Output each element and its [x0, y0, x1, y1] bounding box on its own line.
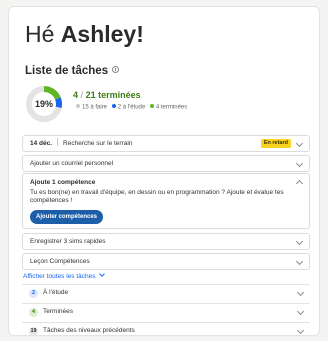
show-all-label: Afficher toutes les tâches: [23, 273, 96, 280]
task-list-title: Liste de tâches: [25, 65, 120, 77]
group-label: À l'étude: [43, 289, 69, 296]
chevron-down-icon[interactable]: [295, 139, 304, 148]
legend-done: 4 terminées: [155, 104, 188, 111]
task-separator: [57, 138, 59, 146]
task-title: Enregistrer 3 sims rapides: [30, 238, 106, 245]
greeting-name: Ashley!: [60, 21, 144, 47]
progress-summary: 4 / 21 terminées: [73, 90, 141, 100]
count-badge: 2: [29, 289, 38, 298]
task-row-quick-sims[interactable]: Enregistrer 3 sims rapides: [22, 233, 310, 250]
task-row-add-email[interactable]: Ajouter un courriel personnel: [22, 155, 310, 172]
chevron-down-icon[interactable]: [296, 326, 305, 335]
task-list-title-text: Liste de tâches: [25, 65, 109, 77]
dashboard-card: Hé Ashley! Liste de tâches 19% 4 / 21 te…: [8, 6, 320, 336]
task-date: 14 déc.: [30, 140, 53, 147]
greeting-hello: Hé: [25, 21, 55, 47]
task-row-skills-lesson[interactable]: Leçon Compétences: [22, 253, 310, 270]
chevron-down-icon[interactable]: [295, 257, 304, 266]
group-row-review[interactable]: 2 À l'étude: [22, 284, 310, 301]
count-badge: 19: [29, 327, 38, 335]
progress-completed: 4: [73, 90, 79, 100]
task-row-field-research[interactable]: 14 déc. Recherche sur le terrain En retar…: [22, 135, 310, 152]
expanded-task-description: Tu es bon(ne) en travail d'équipe, en de…: [30, 189, 284, 204]
task-title: Recherche sur le terrain: [63, 140, 133, 147]
progress-total: 21 terminées: [85, 90, 141, 100]
overdue-badge: En retard: [260, 139, 291, 148]
expanded-task-title: Ajoute 1 compétence: [30, 179, 96, 186]
greeting-heading: Hé Ashley!: [25, 21, 144, 48]
chevron-down-icon[interactable]: [295, 159, 304, 168]
progress-legend: 15 à faire 2 à l'étude 4 terminées: [73, 104, 187, 111]
chevron-down-icon[interactable]: [295, 237, 304, 246]
chevron-down-icon[interactable]: [296, 288, 305, 297]
group-row-previous-levels[interactable]: 19 Tâches des niveaux précédents: [22, 322, 310, 335]
info-icon[interactable]: [112, 66, 120, 73]
chevron-down-icon: [98, 271, 105, 277]
add-skills-button[interactable]: Ajouter compétences: [30, 210, 104, 224]
task-title: Leçon Compétences: [30, 258, 90, 265]
progress-slash: /: [80, 90, 84, 100]
task-expanded-add-skill: Ajoute 1 compétence Tu es bon(ne) en tra…: [22, 173, 310, 229]
legend-dot-review: [111, 104, 116, 108]
chevron-down-icon[interactable]: [296, 307, 305, 316]
legend-todo: 15 à faire: [82, 104, 108, 111]
legend-review: 2 à l'étude: [117, 104, 146, 111]
group-label: Tâches des niveaux précédents: [43, 327, 135, 334]
legend-dot-todo: [76, 104, 80, 108]
group-row-completed[interactable]: 4 Terminées: [22, 303, 310, 320]
legend-dot-done: [149, 104, 154, 108]
group-label: Terminées: [43, 308, 73, 315]
donut-percent-label: 19%: [34, 99, 53, 109]
chevron-up-icon[interactable]: [295, 179, 304, 188]
count-badge: 4: [29, 308, 38, 317]
show-all-tasks-link[interactable]: Afficher toutes les tâches: [23, 271, 105, 280]
task-title: Ajouter un courriel personnel: [30, 160, 114, 167]
